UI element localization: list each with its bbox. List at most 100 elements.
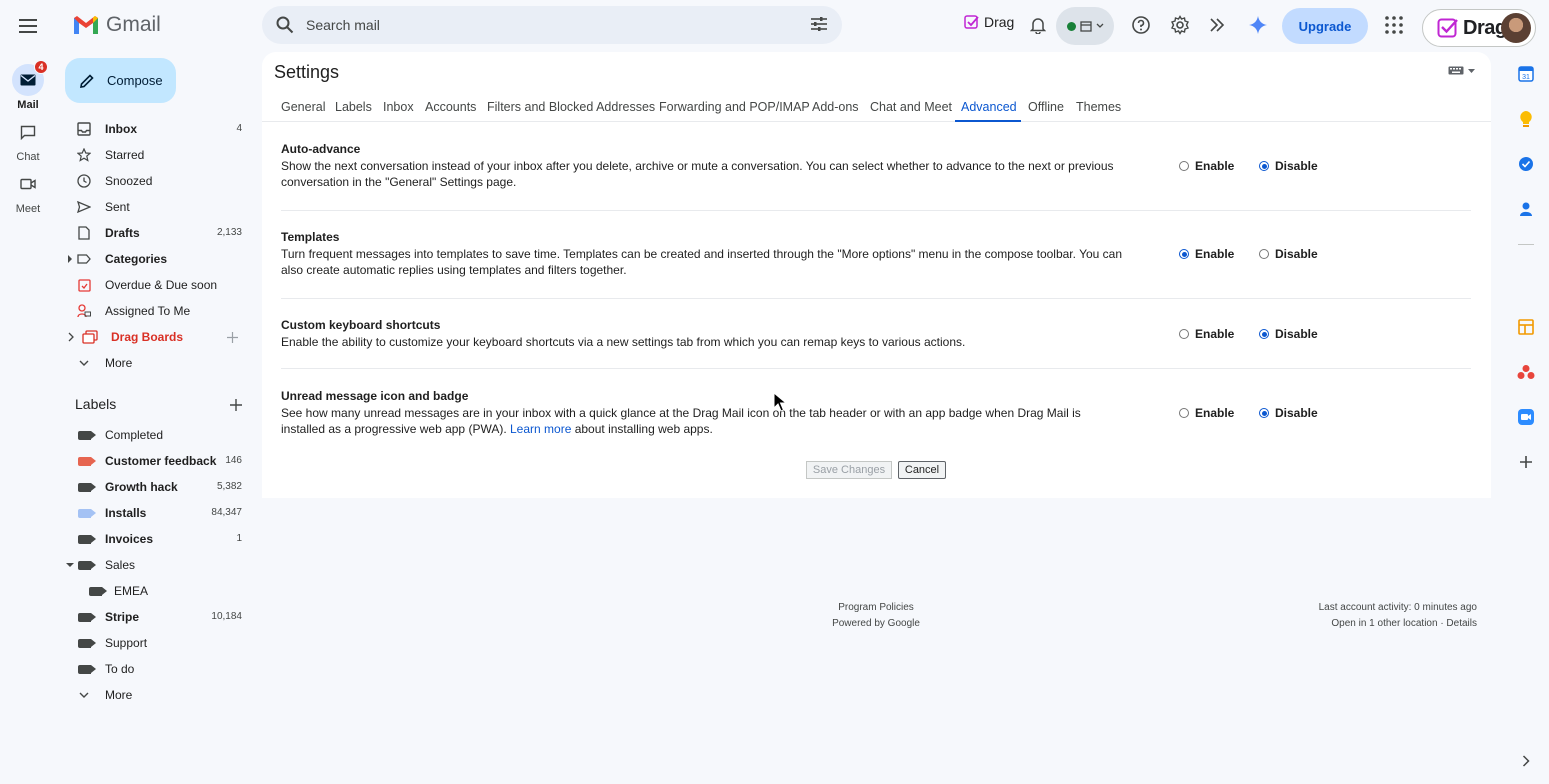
tab-offline[interactable]: Offline [1028, 100, 1064, 114]
expand-caret-icon[interactable] [68, 255, 72, 263]
tab-themes[interactable]: Themes [1076, 100, 1121, 114]
shortcuts-disable-option[interactable]: Disable [1259, 327, 1318, 341]
tab-accounts[interactable]: Accounts [425, 100, 476, 114]
input-tools-button[interactable] [1448, 66, 1475, 75]
rail-item-meet[interactable]: Meet [0, 168, 56, 215]
last-activity-text: Last account activity: 0 minutes ago [1318, 602, 1477, 613]
tab-filters[interactable]: Filters and Blocked Addresses [487, 100, 655, 114]
sidebar-item-snoozed[interactable]: Snoozed [56, 168, 252, 194]
sidebar-item-inbox[interactable]: Inbox 4 [56, 116, 252, 142]
drafts-count: 2,133 [216, 227, 242, 238]
drag-board-addon-icon[interactable] [1517, 318, 1535, 336]
radio-button[interactable] [1179, 408, 1189, 418]
add-board-icon[interactable] [227, 332, 238, 343]
label-count: 1 [236, 533, 242, 544]
search-bar[interactable]: Search mail [262, 6, 842, 44]
main-menu-button[interactable] [14, 12, 42, 40]
rail-label-meet: Meet [15, 203, 41, 215]
sidebar-item-starred[interactable]: Starred [56, 142, 252, 168]
sidebar-item-categories[interactable]: Categories [56, 246, 252, 272]
pencil-icon [80, 73, 94, 88]
label-item[interactable]: Growth hack 5,382 [56, 474, 252, 500]
search-icon[interactable] [276, 16, 294, 34]
calendar-app-icon[interactable]: 31 [1517, 65, 1535, 83]
learn-more-link[interactable]: Learn more [510, 422, 571, 436]
help-icon[interactable] [1131, 15, 1151, 35]
status-pill-button[interactable] [1056, 7, 1114, 45]
label-item[interactable]: Stripe 10,184 [56, 604, 252, 630]
labels-more[interactable]: More [56, 682, 252, 708]
auto-advance-disable-option[interactable]: Disable [1259, 159, 1318, 173]
upgrade-button[interactable]: Upgrade [1282, 8, 1368, 44]
templates-disable-option[interactable]: Disable [1259, 247, 1318, 261]
chevron-right-icon[interactable] [68, 332, 74, 342]
sidebar-item-sent[interactable]: Sent [56, 194, 252, 220]
zoom-addon-icon[interactable] [1517, 408, 1535, 426]
label-name: To do [105, 662, 135, 676]
tab-advanced[interactable]: Advanced [961, 100, 1017, 114]
other-location-details-link[interactable]: Open in 1 other location · Details [1319, 616, 1477, 632]
radio-button[interactable] [1179, 249, 1189, 259]
bell-icon[interactable] [1030, 16, 1046, 34]
tab-addons[interactable]: Add-ons [812, 100, 859, 114]
drag-chip-button[interactable]: Drag [964, 14, 1014, 30]
tab-chat-meet[interactable]: Chat and Meet [870, 100, 952, 114]
unread-badge-enable-option[interactable]: Enable [1179, 406, 1234, 420]
label-item[interactable]: Installs 84,347 [56, 500, 252, 526]
label-item[interactable]: Sales [56, 552, 252, 578]
radio-button[interactable] [1259, 408, 1269, 418]
label-tag-icon [76, 557, 96, 573]
radio-button[interactable] [1259, 249, 1269, 259]
add-label-icon[interactable] [230, 399, 242, 411]
google-apps-icon[interactable] [1384, 15, 1404, 35]
tab-inbox[interactable]: Inbox [383, 100, 414, 114]
add-addon-icon[interactable] [1517, 453, 1535, 471]
collapse-caret-icon[interactable] [66, 563, 74, 567]
rail-item-chat[interactable]: Chat [0, 116, 56, 163]
tab-forwarding[interactable]: Forwarding and POP/IMAP [659, 100, 810, 114]
radio-button[interactable] [1179, 329, 1189, 339]
keep-app-icon[interactable] [1517, 110, 1535, 128]
gemini-spark-icon[interactable] [1208, 15, 1228, 35]
sidebar-item-drag-boards[interactable]: Drag Boards [56, 324, 252, 350]
settings-gear-icon[interactable] [1170, 15, 1190, 35]
program-policies-link[interactable]: Program Policies [832, 600, 920, 616]
avatar[interactable] [1501, 13, 1531, 43]
sidebar-label-more: More [105, 356, 133, 370]
sidebar-item-overdue[interactable]: Overdue & Due soon [56, 272, 252, 298]
unread-badge-disable-option[interactable]: Disable [1259, 406, 1318, 420]
radio-button[interactable] [1179, 161, 1189, 171]
addon-circles-icon[interactable] [1517, 363, 1535, 381]
label-item[interactable]: Invoices 1 [56, 526, 252, 552]
sidebar-item-assigned[interactable]: Assigned To Me [56, 298, 252, 324]
rail-item-mail[interactable]: 4 Mail [0, 60, 56, 111]
account-switcher[interactable]: Drag [1422, 9, 1536, 47]
radio-button[interactable] [1259, 329, 1269, 339]
tab-general[interactable]: General [281, 100, 325, 114]
tasks-app-icon[interactable] [1517, 155, 1535, 173]
compose-button[interactable]: Compose [65, 58, 176, 103]
label-item[interactable]: To do [56, 656, 252, 682]
tab-labels[interactable]: Labels [335, 100, 372, 114]
label-name: EMEA [114, 584, 149, 598]
label-item[interactable]: EMEA [56, 578, 252, 604]
gemini-star-icon[interactable] [1248, 15, 1268, 35]
auto-advance-enable-option[interactable]: Enable [1179, 159, 1234, 173]
sidebar-item-drafts[interactable]: Drafts 2,133 [56, 220, 252, 246]
page-title: Settings [274, 62, 340, 82]
contacts-app-icon[interactable] [1517, 200, 1535, 218]
save-changes-button[interactable]: Save Changes [806, 461, 892, 479]
sidebar-item-more[interactable]: More [56, 350, 252, 376]
label-item[interactable]: Completed [56, 422, 252, 448]
expand-panel-chevron-icon[interactable] [1517, 752, 1535, 770]
shortcuts-enable-option[interactable]: Enable [1179, 327, 1234, 341]
search-options-icon[interactable] [810, 16, 828, 32]
label-item[interactable]: Support [56, 630, 252, 656]
label-tag-icon [76, 531, 96, 547]
search-input[interactable]: Search mail [306, 17, 380, 33]
templates-enable-option[interactable]: Enable [1179, 247, 1234, 261]
gmail-logo[interactable]: Gmail [72, 13, 161, 37]
cancel-button[interactable]: Cancel [898, 461, 946, 479]
radio-button[interactable] [1259, 161, 1269, 171]
label-item[interactable]: Customer feedback 146 [56, 448, 252, 474]
